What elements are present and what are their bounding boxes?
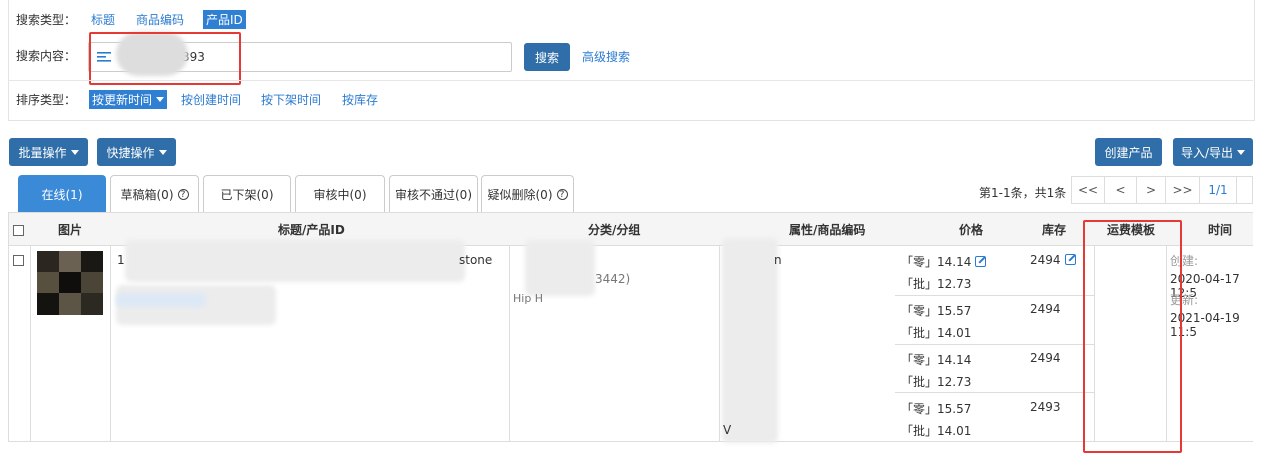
select-all-checkbox[interactable] bbox=[13, 225, 24, 236]
tab-suspected-deleted-label: 疑似删除(0) bbox=[487, 187, 553, 202]
retail-price: 「零」15.57 bbox=[901, 402, 972, 416]
grid-line bbox=[895, 392, 1095, 393]
quick-operation-label: 快捷操作 bbox=[106, 145, 155, 160]
caret-down-icon bbox=[158, 149, 167, 155]
search-type-sku[interactable]: 商品编码 bbox=[136, 11, 184, 28]
tab-suspected-deleted[interactable]: 疑似删除(0)? bbox=[481, 175, 574, 212]
grid-line bbox=[8, 441, 1253, 442]
pager-summary: 第1-1条，共1条 bbox=[979, 186, 1067, 200]
pager-prev-button[interactable]: < bbox=[1104, 176, 1137, 204]
stock-value: 2494 bbox=[1030, 351, 1061, 365]
search-type-label: 搜索类型： bbox=[16, 13, 77, 27]
quick-operation-button[interactable]: 快捷操作 bbox=[97, 138, 176, 166]
row-checkbox[interactable] bbox=[13, 255, 24, 266]
retail-price: 「零」14.14 bbox=[901, 353, 972, 367]
tab-online[interactable]: 在线(1) bbox=[18, 175, 106, 212]
tab-rejected[interactable]: 审核不通过(0) bbox=[389, 175, 478, 212]
redaction-blur bbox=[125, 240, 465, 282]
sort-updated-label: 按更新时间 bbox=[92, 93, 153, 107]
help-icon[interactable]: ? bbox=[177, 188, 189, 200]
advanced-search-link[interactable]: 高级搜索 bbox=[582, 48, 630, 65]
search-type-product-id[interactable]: 产品ID bbox=[203, 10, 246, 29]
pager-next-button[interactable]: > bbox=[1136, 176, 1166, 204]
header-title: 标题/产品ID bbox=[278, 223, 345, 237]
caret-down-icon bbox=[70, 149, 79, 155]
grid-line bbox=[895, 295, 1095, 296]
search-button[interactable]: 搜索 bbox=[524, 43, 570, 71]
pager-current-page[interactable]: 1/1 bbox=[1199, 176, 1237, 204]
group-fragment: Hip H bbox=[513, 292, 544, 305]
header-time: 时间 bbox=[1208, 223, 1233, 237]
pager-jump-button[interactable] bbox=[1236, 176, 1253, 204]
tab-reviewing[interactable]: 审核中(0) bbox=[295, 175, 385, 212]
sort-created-option[interactable]: 按创建时间 bbox=[181, 91, 241, 108]
retail-price: 「零」15.57 bbox=[901, 304, 972, 318]
wholesale-price: 「批」12.73 bbox=[901, 277, 972, 291]
sort-updated-option[interactable]: 按更新时间 bbox=[89, 90, 168, 109]
product-title-fragment[interactable]: stone bbox=[459, 253, 492, 267]
import-export-label: 导入/导出 bbox=[1180, 145, 1234, 160]
category-fragment: 3442) bbox=[595, 272, 631, 286]
tab-drafts-label: 草稿箱(0) bbox=[120, 187, 174, 202]
pager-last-button[interactable]: >> bbox=[1165, 176, 1200, 204]
grid-line bbox=[895, 344, 1095, 345]
redaction-blur bbox=[116, 293, 206, 307]
highlight-box-search bbox=[89, 32, 241, 85]
header-category: 分类/分组 bbox=[588, 223, 641, 237]
redaction-blur bbox=[525, 240, 595, 296]
caret-down-icon bbox=[156, 97, 165, 102]
sort-type-label: 排序类型： bbox=[16, 93, 77, 107]
stock-value: 2493 bbox=[1030, 400, 1061, 414]
retail-price: 「零」14.14 bbox=[901, 253, 987, 270]
header-attributes: 属性/商品编码 bbox=[789, 223, 866, 237]
import-export-button[interactable]: 导入/导出 bbox=[1173, 138, 1253, 166]
stock-value: 2494 bbox=[1030, 253, 1076, 267]
tab-delisted[interactable]: 已下架(0) bbox=[203, 175, 291, 212]
header-price: 价格 bbox=[959, 223, 984, 237]
edit-icon[interactable] bbox=[1064, 254, 1076, 265]
header-stock: 库存 bbox=[1042, 223, 1067, 237]
grid-line bbox=[719, 246, 720, 442]
updated-time: 2021-04-19 11:5 bbox=[1170, 311, 1240, 339]
help-icon[interactable]: ? bbox=[556, 188, 568, 200]
edit-icon[interactable] bbox=[975, 256, 987, 267]
search-type-title[interactable]: 标题 bbox=[91, 11, 115, 28]
create-product-button[interactable]: 创建产品 bbox=[1095, 138, 1162, 166]
grid-line bbox=[509, 246, 510, 442]
divider bbox=[8, 80, 1253, 81]
caret-down-icon bbox=[1237, 149, 1246, 155]
search-content-label: 搜索内容： bbox=[16, 49, 77, 63]
batch-operation-label: 批量操作 bbox=[18, 145, 67, 160]
attribute-fragment: V bbox=[723, 423, 732, 437]
pager-first-button[interactable]: << bbox=[1071, 176, 1105, 204]
batch-operation-button[interactable]: 批量操作 bbox=[9, 138, 88, 166]
sort-delisted-option[interactable]: 按下架时间 bbox=[261, 91, 321, 108]
wholesale-price: 「批」12.73 bbox=[901, 375, 972, 389]
wholesale-price: 「批」14.01 bbox=[901, 326, 972, 340]
grid-line bbox=[30, 246, 31, 442]
stock-value: 2494 bbox=[1030, 302, 1061, 316]
grid-line bbox=[8, 212, 9, 442]
redaction-blur bbox=[722, 238, 778, 443]
stock-number: 2494 bbox=[1030, 253, 1061, 267]
grid-line bbox=[110, 246, 111, 442]
header-image: 图片 bbox=[58, 223, 83, 237]
sort-stock-option[interactable]: 按库存 bbox=[342, 91, 378, 108]
attribute-fragment: n bbox=[774, 253, 782, 267]
product-image[interactable] bbox=[37, 251, 103, 315]
highlight-box-shipping-template bbox=[1083, 220, 1182, 453]
product-title-prefix: 1 bbox=[117, 253, 125, 267]
tab-drafts[interactable]: 草稿箱(0)? bbox=[110, 175, 199, 212]
wholesale-price: 「批」14.01 bbox=[901, 424, 972, 438]
retail-price-value: 「零」14.14 bbox=[901, 255, 972, 269]
